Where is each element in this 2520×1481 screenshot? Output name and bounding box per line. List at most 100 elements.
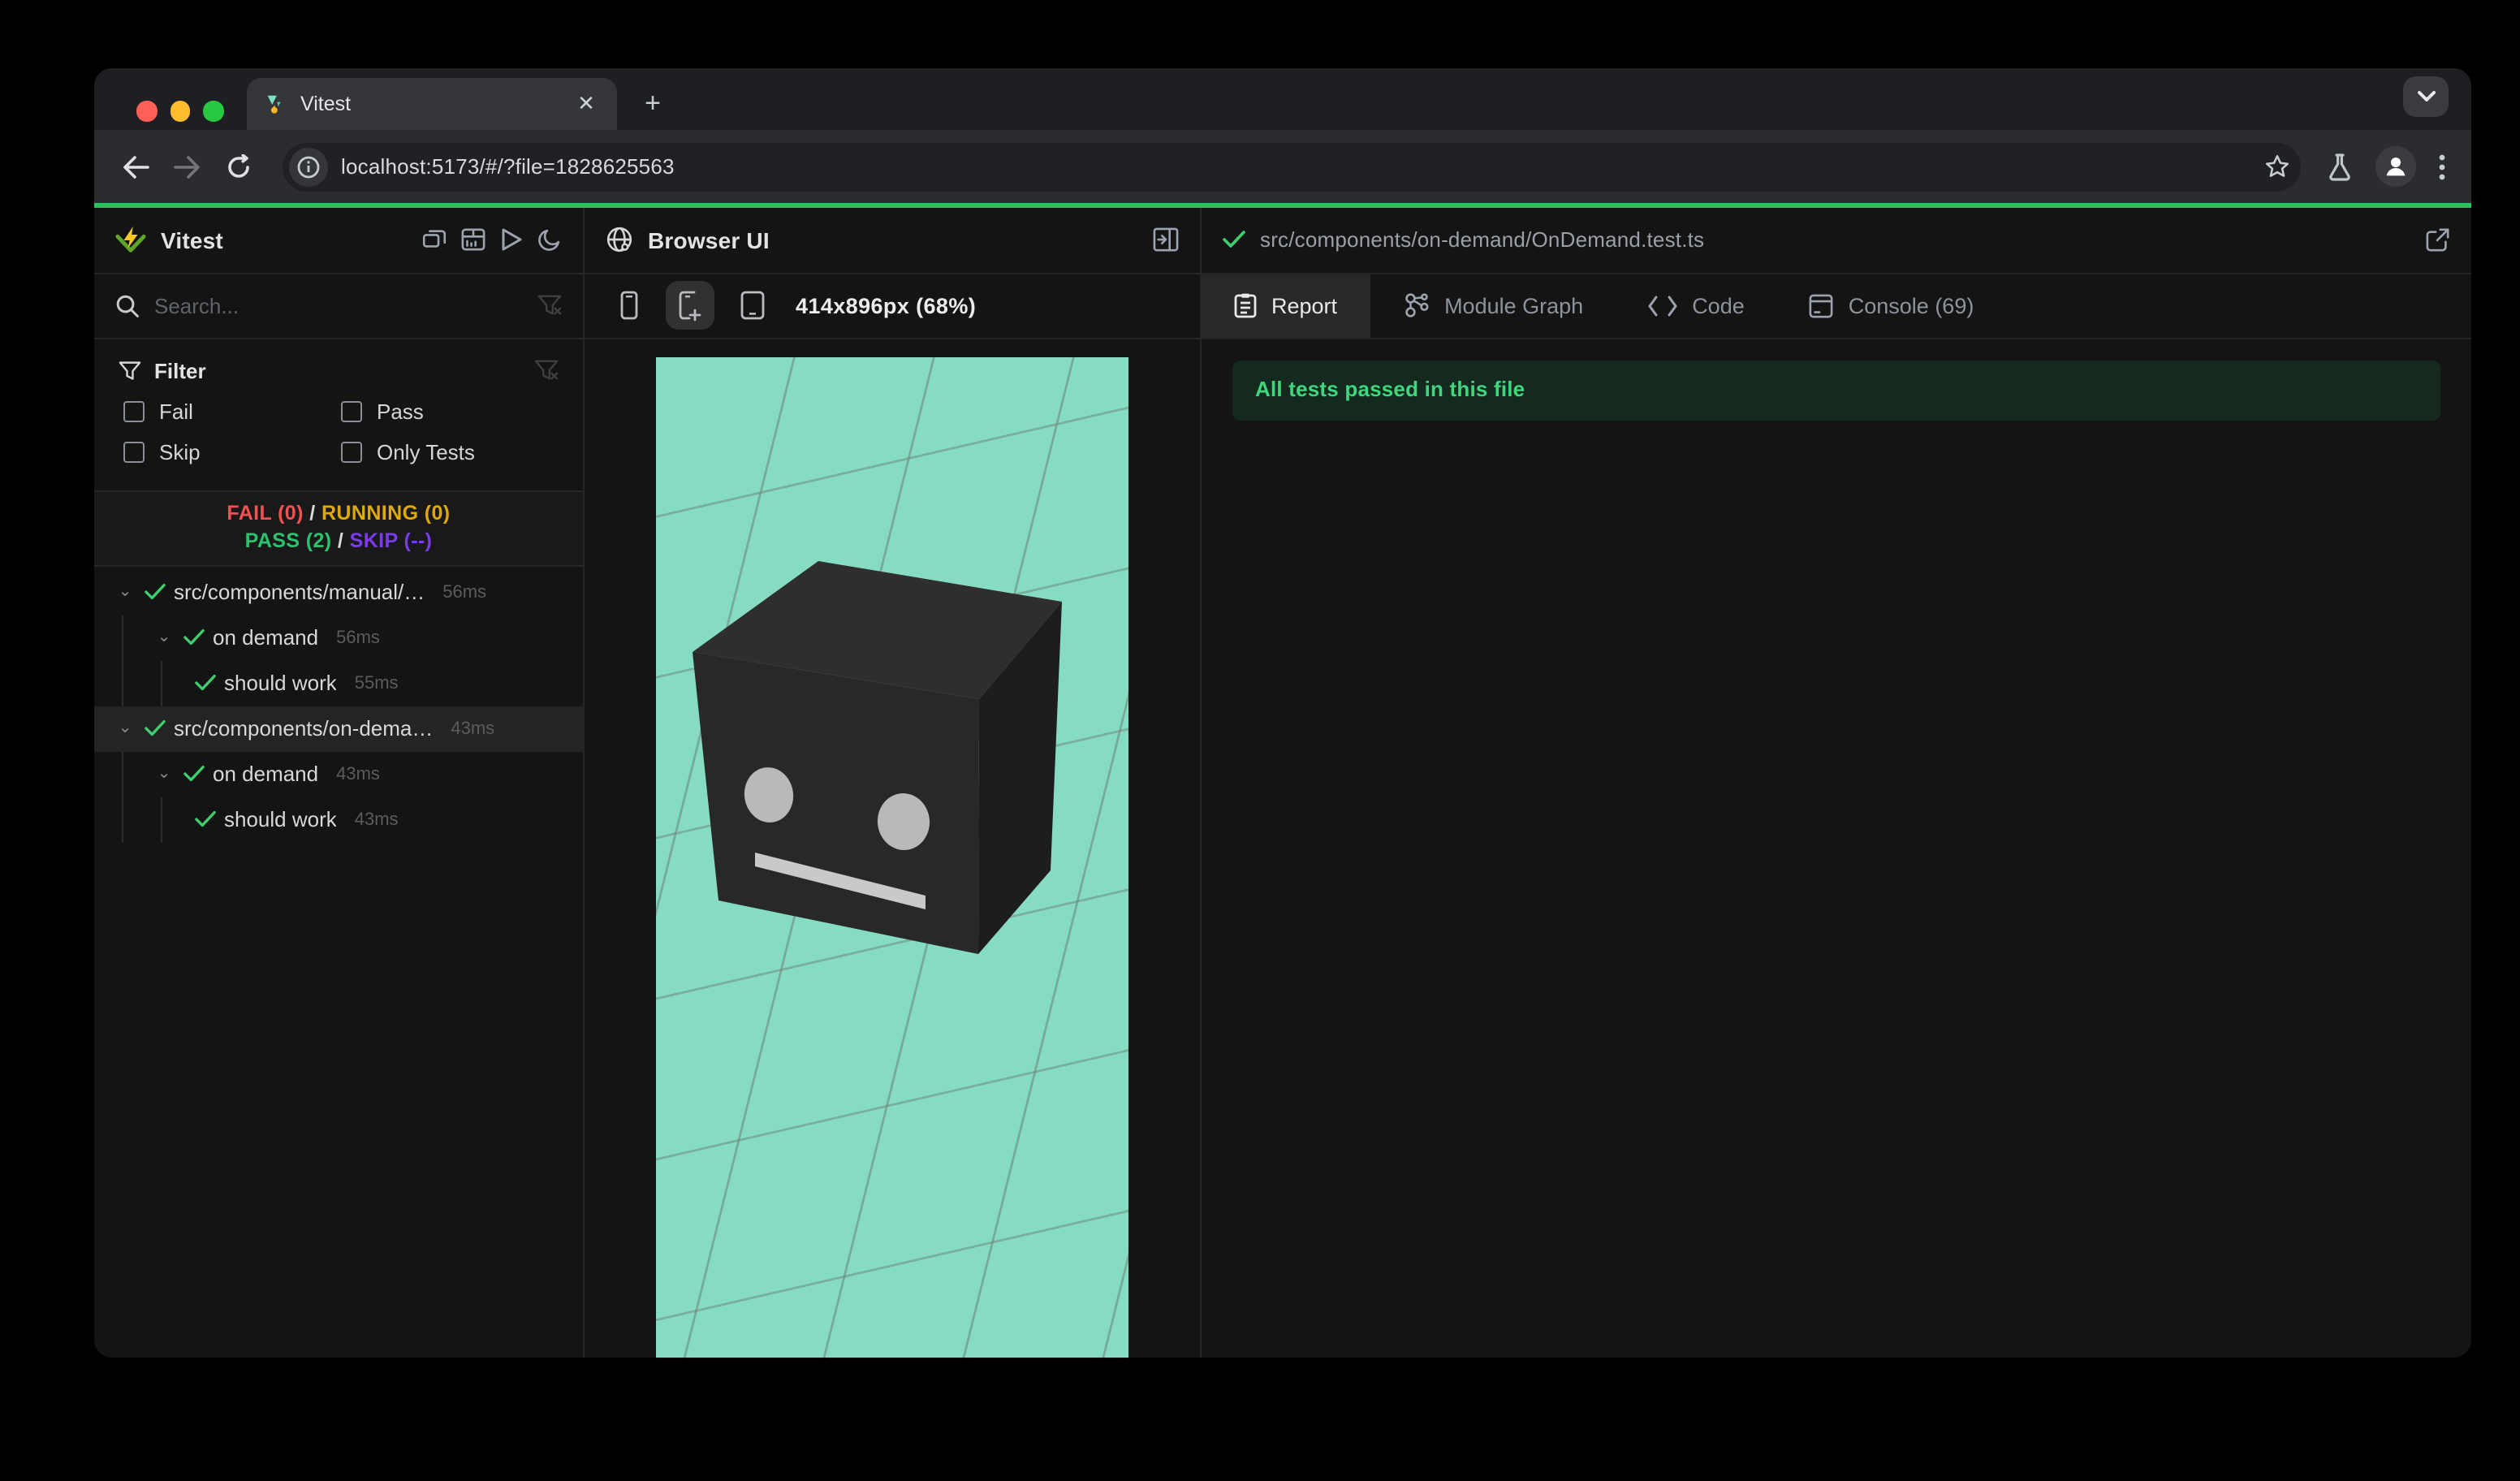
- pass-check-icon: [145, 583, 166, 601]
- filter-checkbox-skip[interactable]: Skip: [123, 439, 341, 464]
- open-external-icon[interactable]: [2426, 227, 2450, 252]
- chevron-down-icon[interactable]: ⌄: [153, 628, 175, 646]
- chevron-down-icon[interactable]: ⌄: [114, 583, 136, 601]
- tab-strip: Vitest ✕ +: [94, 68, 2471, 130]
- vitest-ui-page: Vitest Search... Filter Fail Pass Skip O…: [94, 203, 2471, 1358]
- device-preset-large[interactable]: [727, 281, 776, 330]
- reload-button[interactable]: [218, 145, 260, 188]
- maximize-window-button[interactable]: [203, 101, 223, 121]
- chevron-down-icon[interactable]: ⌄: [153, 765, 175, 783]
- tree-row[interactable]: ⌄ src/components/on-dema… 43ms: [94, 706, 583, 751]
- cube-front-face: [693, 651, 979, 953]
- checkbox[interactable]: [123, 400, 145, 421]
- bookmark-star-icon[interactable]: [2263, 153, 2291, 180]
- test-tree: ⌄ src/components/manual/… 56ms ⌄ on demand 56…: [94, 566, 583, 1358]
- tree-row[interactable]: ⌄ src/components/manual/… 56ms: [94, 569, 583, 615]
- search-icon: [115, 293, 140, 317]
- dock-panel-icon[interactable]: [1153, 227, 1179, 252]
- address-bar[interactable]: localhost:5173/#/?file=1828625563: [283, 142, 2301, 191]
- summary-line-1: FAIL (0) / RUNNING (0): [227, 501, 451, 524]
- tree-row[interactable]: should work 43ms: [94, 797, 583, 842]
- test-viewport-iframe[interactable]: [656, 356, 1128, 1358]
- back-button[interactable]: [114, 145, 156, 188]
- tab-report[interactable]: Report: [1202, 274, 1370, 337]
- globe-icon: [606, 226, 633, 253]
- browser-toolbar: localhost:5173/#/?file=1828625563: [94, 130, 2471, 203]
- close-window-button[interactable]: [136, 101, 157, 121]
- test-name: should work: [224, 807, 337, 831]
- filter-title: Filter: [154, 358, 206, 382]
- tree-row[interactable]: should work 55ms: [94, 660, 583, 706]
- tree-row[interactable]: ⌄ on demand 56ms: [94, 615, 583, 660]
- url-text[interactable]: localhost:5173/#/?file=1828625563: [341, 154, 2250, 179]
- new-tab-button[interactable]: +: [633, 84, 672, 123]
- test-duration: 43ms: [336, 764, 380, 784]
- search-input[interactable]: [154, 293, 523, 317]
- preview-title: Browser UI: [648, 227, 770, 253]
- test-name: should work: [224, 671, 337, 695]
- vitest-logo-icon: [115, 225, 146, 252]
- device-preset-small[interactable]: [604, 281, 653, 330]
- test-duration: 43ms: [451, 719, 495, 738]
- tree-row[interactable]: ⌄ on demand 43ms: [94, 751, 583, 797]
- menu-dots-icon[interactable]: [2439, 153, 2445, 179]
- sidebar-header: Vitest: [94, 207, 583, 274]
- pass-check-icon: [1223, 231, 1245, 248]
- tab-close-icon[interactable]: ✕: [572, 89, 601, 119]
- filter-funnel-icon: [119, 361, 141, 379]
- site-info-icon[interactable]: [289, 147, 328, 186]
- forward-button[interactable]: [166, 145, 208, 188]
- device-preset-medium[interactable]: [666, 281, 714, 330]
- test-duration: 56ms: [442, 582, 487, 602]
- tab-module-graph[interactable]: Module Graph: [1370, 274, 1616, 337]
- report-icon: [1234, 292, 1257, 318]
- checkbox-label: Only Tests: [377, 439, 475, 464]
- vitest-favicon: [267, 94, 281, 113]
- browser-tab[interactable]: Vitest ✕: [247, 78, 617, 130]
- app-title: Vitest: [161, 227, 223, 253]
- all-passed-banner: All tests passed in this file: [1232, 360, 2440, 420]
- run-all-icon[interactable]: [500, 227, 523, 252]
- collapse-panels-icon[interactable]: [422, 227, 447, 252]
- tab-label: Module Graph: [1444, 293, 1584, 317]
- clear-search-filter-icon[interactable]: [537, 294, 562, 317]
- module-graph-icon: [1402, 292, 1430, 318]
- tab-search-button[interactable]: [2403, 76, 2449, 117]
- report-tabs: Report Module Graph Code Console (69): [1202, 274, 2471, 339]
- checkbox[interactable]: [123, 441, 145, 462]
- chevron-down-icon: [2417, 91, 2435, 101]
- filter-checkbox-fail[interactable]: Fail: [123, 399, 341, 423]
- banner-text: All tests passed in this file: [1255, 376, 1525, 400]
- pass-check-icon: [145, 719, 166, 737]
- checkbox[interactable]: [341, 441, 362, 462]
- browser-window: Vitest ✕ + localhost:5173/#/?file=182862…: [94, 68, 2471, 1358]
- chevron-down-icon[interactable]: ⌄: [114, 719, 136, 737]
- tab-label: Console (69): [1848, 293, 1974, 317]
- console-icon: [1810, 293, 1834, 317]
- filter-checkbox-pass[interactable]: Pass: [341, 399, 559, 423]
- dark-mode-moon-icon[interactable]: [537, 227, 562, 252]
- device-toolbar: 414x896px (68%): [585, 274, 1200, 339]
- window-controls: [136, 101, 223, 121]
- report-body: All tests passed in this file: [1202, 339, 2471, 1358]
- indent-guide: [122, 751, 123, 842]
- test-duration: 56ms: [336, 628, 380, 647]
- preview-header: Browser UI: [585, 207, 1200, 274]
- test-name: src/components/manual/…: [174, 580, 425, 604]
- checkbox-label: Skip: [159, 439, 201, 464]
- tab-console-69[interactable]: Console (69): [1777, 274, 2007, 337]
- dashboard-icon[interactable]: [461, 227, 485, 252]
- clear-filter-icon[interactable]: [534, 359, 559, 382]
- minimize-window-button[interactable]: [170, 101, 190, 121]
- experiments-flask-icon[interactable]: [2327, 152, 2353, 181]
- tab-title: Vitest: [300, 93, 352, 115]
- tab-label: Report: [1271, 293, 1338, 317]
- tab-code[interactable]: Code: [1616, 274, 1777, 337]
- indent-guide: [161, 660, 162, 706]
- test-duration: 55ms: [354, 673, 399, 693]
- indent-guide: [161, 797, 162, 842]
- test-name: src/components/on-dema…: [174, 716, 434, 740]
- checkbox[interactable]: [341, 400, 362, 421]
- filter-checkbox-only-tests[interactable]: Only Tests: [341, 439, 559, 464]
- profile-avatar[interactable]: [2375, 146, 2416, 187]
